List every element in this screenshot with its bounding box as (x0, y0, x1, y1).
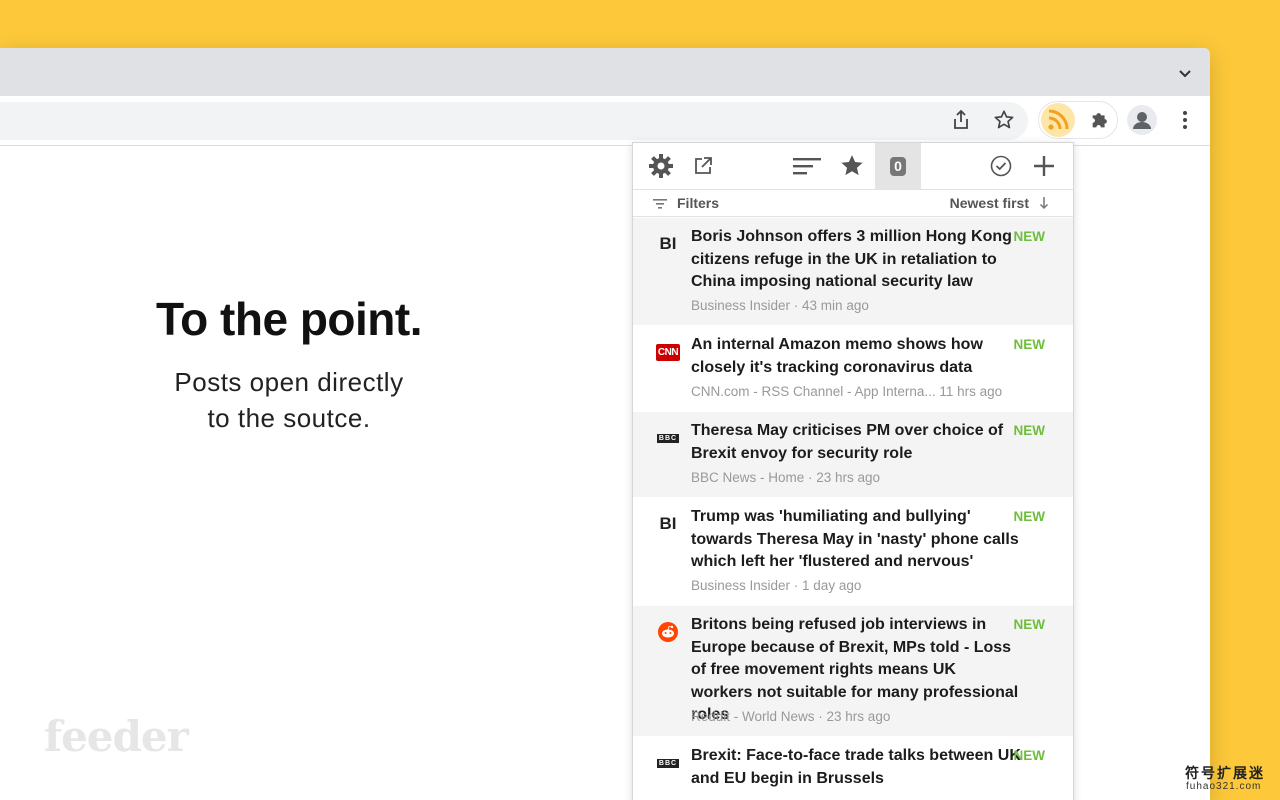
promo-title: To the point. (155, 293, 423, 345)
feed-item[interactable]: BI Trump was 'humiliating and bullying' … (633, 498, 1073, 606)
feed-item-meta: Business Insider · 43 min ago (691, 298, 869, 313)
new-badge: NEW (1013, 229, 1046, 244)
filter-icon[interactable] (653, 197, 667, 215)
feed-item[interactable]: BBC Theresa May criticises PM over choic… (633, 412, 1073, 498)
gear-icon[interactable] (643, 149, 679, 183)
plus-icon[interactable] (1026, 149, 1062, 183)
more-vert-icon[interactable] (1168, 103, 1202, 137)
filter-bar: Filters Newest first (633, 189, 1073, 217)
check-circle-icon[interactable] (983, 149, 1019, 183)
chevron-down-icon[interactable] (1176, 64, 1194, 82)
popup-toolbar: 0 (633, 143, 1073, 189)
share-icon[interactable] (944, 103, 978, 137)
new-badge: NEW (1013, 337, 1046, 352)
watermark-cn: 符号扩展迷 (1185, 765, 1265, 781)
sort-order-button[interactable]: Newest first (950, 195, 1029, 211)
browser-window: To the point. Posts open directly to the… (0, 48, 1210, 800)
puzzle-icon[interactable] (1083, 103, 1117, 137)
business-insider-icon: BI (659, 514, 677, 533)
feed-item-title[interactable]: Boris Johnson offers 3 million Hong Kong… (691, 226, 1021, 294)
feeder-popup: 0 Filters Newest first BI Boris Johnson … (632, 142, 1074, 800)
feed-item-meta: Business Insider · 1 day ago (691, 578, 862, 593)
business-insider-icon: BI (659, 234, 677, 253)
promo-subtitle-line2: to the soutce. (207, 403, 371, 433)
sort-lines-icon[interactable] (789, 149, 825, 183)
unread-filter-tab[interactable]: 0 (875, 143, 921, 189)
address-bar[interactable] (0, 102, 1028, 140)
bbc-icon: BBC (656, 433, 680, 443)
promo-subtitle-line1: Posts open directly (174, 367, 404, 397)
feed-item[interactable]: BBC Brexit: Face-to-face trade talks bet… (633, 737, 1073, 800)
feed-list: BI Boris Johnson offers 3 million Hong K… (633, 218, 1073, 800)
unread-count-badge: 0 (890, 156, 906, 176)
arrow-down-icon[interactable] (1039, 196, 1049, 215)
feed-item-title[interactable]: An internal Amazon memo shows how closel… (691, 334, 1021, 379)
new-badge: NEW (1013, 509, 1046, 524)
feed-item-title[interactable]: Brexit: Face-to-face trade talks between… (691, 745, 1021, 790)
bbc-icon: BBC (656, 758, 680, 768)
feed-item-title[interactable]: Theresa May criticises PM over choice of… (691, 420, 1021, 465)
feed-item-meta: CNN.com - RSS Channel - App Interna... 1… (691, 384, 1003, 399)
reddit-icon (657, 622, 679, 642)
feed-item-title[interactable]: Trump was 'humiliating and bullying' tow… (691, 506, 1021, 574)
watermark-en: fuhao321.com (1186, 781, 1262, 792)
feed-item[interactable]: CNN An internal Amazon memo shows how cl… (633, 326, 1073, 412)
new-badge: NEW (1013, 617, 1046, 632)
rss-icon[interactable] (1041, 103, 1075, 137)
feed-item[interactable]: Britons being refused job interviews in … (633, 606, 1073, 737)
external-link-icon[interactable] (685, 149, 721, 183)
filters-button[interactable]: Filters (677, 195, 719, 211)
feed-item-meta: BBC News - Home · 23 hrs ago (691, 470, 881, 485)
star-icon[interactable] (987, 103, 1021, 137)
feed-item[interactable]: BI Boris Johnson offers 3 million Hong K… (633, 218, 1073, 326)
cnn-icon: CNN (655, 342, 681, 362)
avatar-icon[interactable] (1125, 103, 1159, 137)
feed-item-meta: Reddit - World News · 23 hrs ago (691, 709, 891, 724)
star-icon[interactable] (834, 149, 870, 183)
browser-toolbar (0, 96, 1210, 146)
promo-subtitle: Posts open directly to the soutce. (0, 364, 578, 436)
new-badge: NEW (1013, 748, 1046, 763)
brand-logo: feeder (44, 712, 189, 761)
tab-bar (0, 48, 1210, 96)
new-badge: NEW (1013, 423, 1046, 438)
